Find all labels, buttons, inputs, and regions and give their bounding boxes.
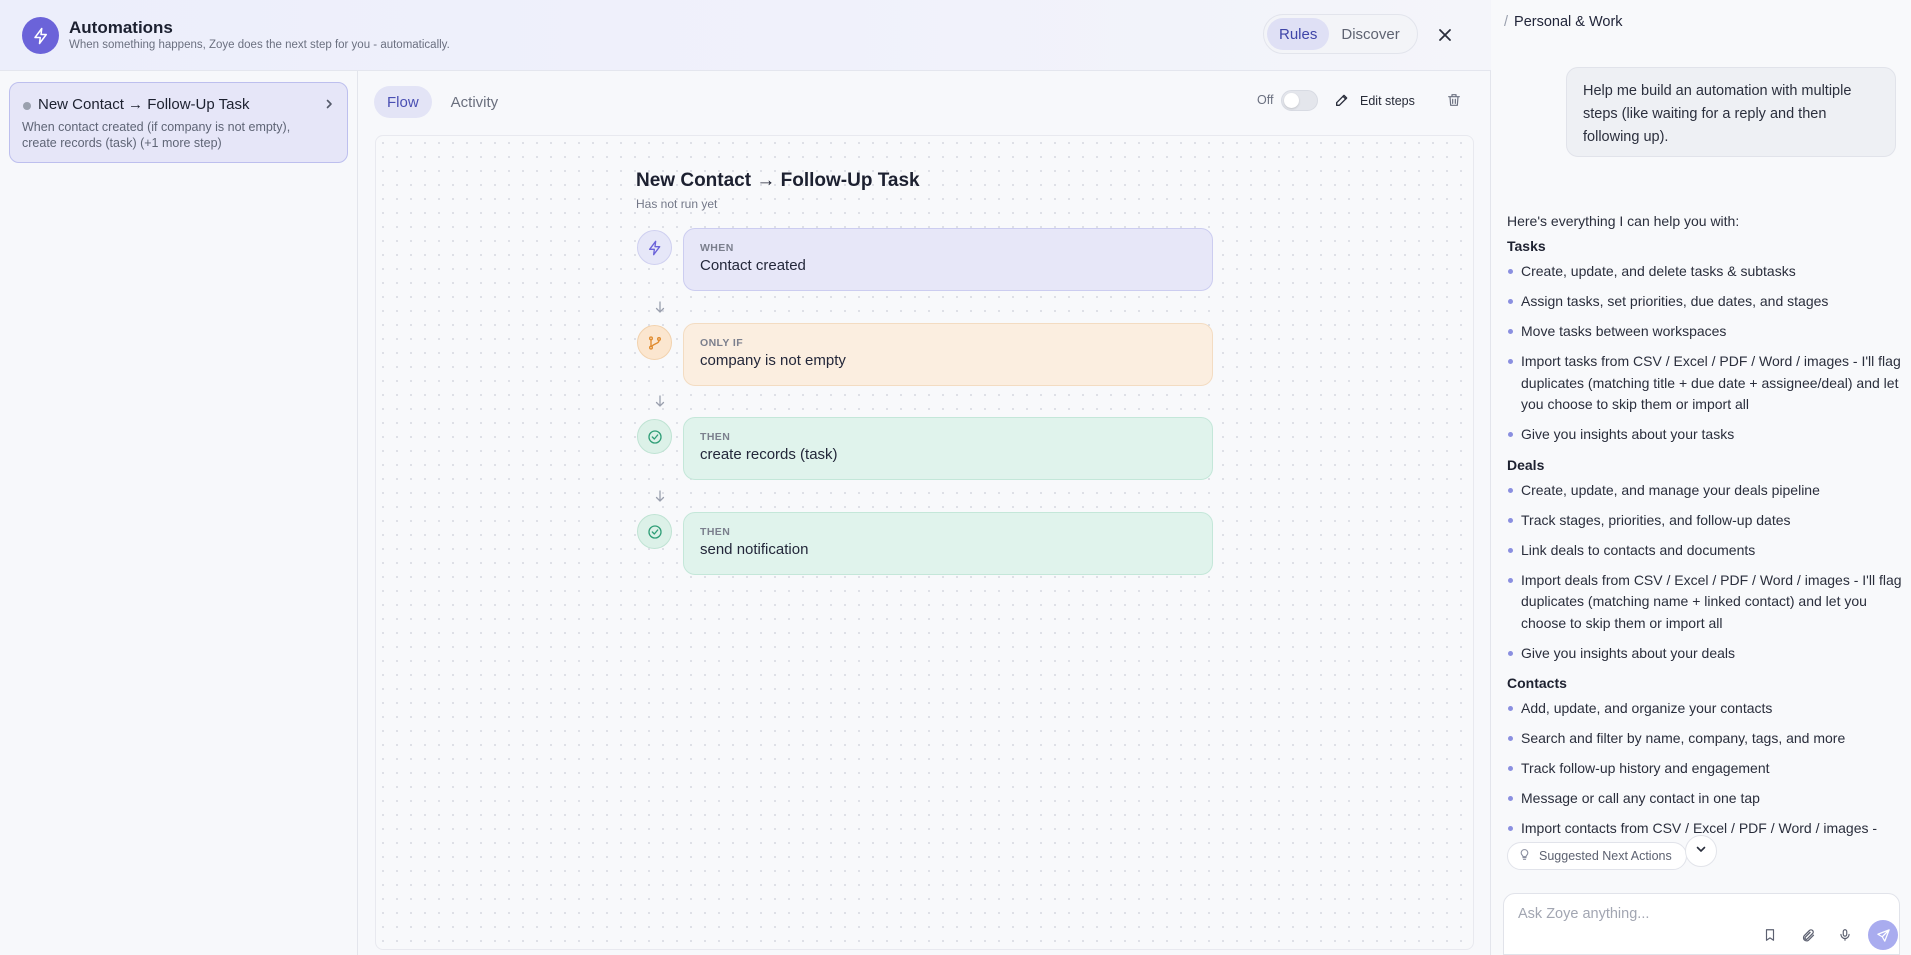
step-text: Contact created (700, 257, 806, 274)
detail-tabs: Flow Activity (374, 86, 511, 118)
edit-steps-button[interactable]: Edit steps (1334, 90, 1415, 112)
assistant-intro: Here's everything I can help you with: (1507, 213, 1740, 229)
list-item: Import tasks from CSV / Excel / PDF / Wo… (1507, 351, 1902, 416)
list-item: Track follow-up history and engagement (1507, 758, 1902, 780)
flow-title: New Contact → Follow-Up Task (636, 170, 920, 191)
list-item: Search and filter by name, company, tags… (1507, 728, 1902, 750)
list-item: Add, update, and organize your contacts (1507, 698, 1902, 720)
action-step-card[interactable]: THEN create records (task) (683, 417, 1213, 480)
section-title: Contacts (1507, 675, 1567, 691)
suggested-actions-button[interactable]: Suggested Next Actions (1507, 842, 1687, 870)
user-message: Help me build an automation with multipl… (1566, 67, 1896, 157)
rule-status-dot (23, 102, 31, 110)
check-circle-icon (637, 419, 672, 454)
rule-description: When contact created (if company is not … (22, 120, 291, 150)
suggested-actions-label: Suggested Next Actions (1539, 849, 1672, 863)
arrow-down-icon (655, 301, 665, 313)
step-text: create records (task) (700, 446, 838, 463)
bookmark-icon[interactable] (1761, 926, 1779, 944)
step-text: company is not empty (700, 352, 846, 369)
tab-flow[interactable]: Flow (374, 86, 432, 118)
assistant-message: Here's everything I can help you with: T… (1507, 210, 1902, 848)
rule-name: New Contact → Follow-Up Task (38, 96, 250, 113)
page-subtitle: When something happens, Zoye does the ne… (69, 39, 450, 51)
flow-run-status: Has not run yet (636, 197, 718, 211)
send-icon[interactable] (1868, 920, 1898, 950)
edit-steps-label: Edit steps (1360, 94, 1415, 108)
breadcrumb-separator: / (1504, 14, 1509, 30)
toggle-knob (1284, 93, 1299, 108)
list-item: Link deals to contacts and documents (1507, 540, 1902, 562)
microphone-icon[interactable] (1836, 926, 1854, 944)
list-item: Track stages, priorities, and follow-up … (1507, 510, 1902, 532)
lightning-icon (637, 230, 672, 265)
list-item: Create, update, and manage your deals pi… (1507, 480, 1902, 502)
trigger-step-card[interactable]: WHEN Contact created (683, 228, 1213, 291)
automations-window: Automations When something happens, Zoye… (0, 0, 1491, 955)
list-item: Give you insights about your deals (1507, 643, 1902, 665)
section-title: Tasks (1507, 238, 1546, 254)
rule-list-item[interactable]: New Contact → Follow-Up Task When contac… (9, 82, 348, 163)
tab-rules[interactable]: Rules (1267, 18, 1330, 50)
pencil-icon (1334, 92, 1350, 111)
tab-discover[interactable]: Discover (1329, 18, 1411, 50)
step-kind: THEN (700, 431, 731, 443)
tab-activity[interactable]: Activity (438, 86, 512, 118)
chat-input[interactable] (1518, 906, 1838, 922)
chat-composer (1503, 893, 1900, 955)
check-circle-icon (637, 514, 672, 549)
workspace-name: Personal & Work (1514, 14, 1623, 30)
list-item: Give you insights about your tasks (1507, 424, 1902, 446)
branch-icon (637, 325, 672, 360)
close-icon[interactable] (1434, 24, 1456, 46)
step-kind: ONLY IF (700, 337, 744, 349)
list-item: Assign tasks, set priorities, due dates,… (1507, 291, 1902, 313)
step-text: send notification (700, 541, 809, 558)
list-item: Create, update, and delete tasks & subta… (1507, 261, 1902, 283)
scroll-to-bottom-button[interactable] (1685, 835, 1717, 867)
lightning-icon (22, 17, 59, 54)
list-item: Import deals from CSV / Excel / PDF / Wo… (1507, 570, 1902, 635)
section-title: Deals (1507, 456, 1545, 473)
lightbulb-icon (1518, 848, 1531, 864)
arrow-down-icon (655, 490, 665, 502)
breadcrumb[interactable]: / Personal & Work (1504, 14, 1623, 30)
step-kind: THEN (700, 526, 731, 538)
condition-step-card[interactable]: ONLY IF company is not empty (683, 323, 1213, 386)
list-item: Move tasks between workspaces (1507, 321, 1902, 343)
arrow-down-icon (655, 395, 665, 407)
page-title: Automations (69, 18, 173, 37)
assistant-chat-panel: / Personal & Work Help me build an automa… (1491, 0, 1911, 955)
paperclip-icon[interactable] (1799, 926, 1817, 944)
chevron-down-icon (1695, 842, 1707, 860)
list-item: Message or call any contact in one tap (1507, 788, 1902, 810)
action-step-card[interactable]: THEN send notification (683, 512, 1213, 575)
rule-enabled-toggle[interactable] (1281, 90, 1318, 111)
rules-list: New Contact → Follow-Up Task When contac… (0, 71, 358, 955)
step-kind: WHEN (700, 242, 734, 254)
automations-header: Automations When something happens, Zoye… (0, 0, 1491, 71)
trash-icon[interactable] (1446, 92, 1462, 113)
toggle-label: Off (1257, 93, 1274, 107)
mode-switch: Rules Discover (1263, 14, 1418, 54)
chevron-right-icon (323, 97, 335, 115)
